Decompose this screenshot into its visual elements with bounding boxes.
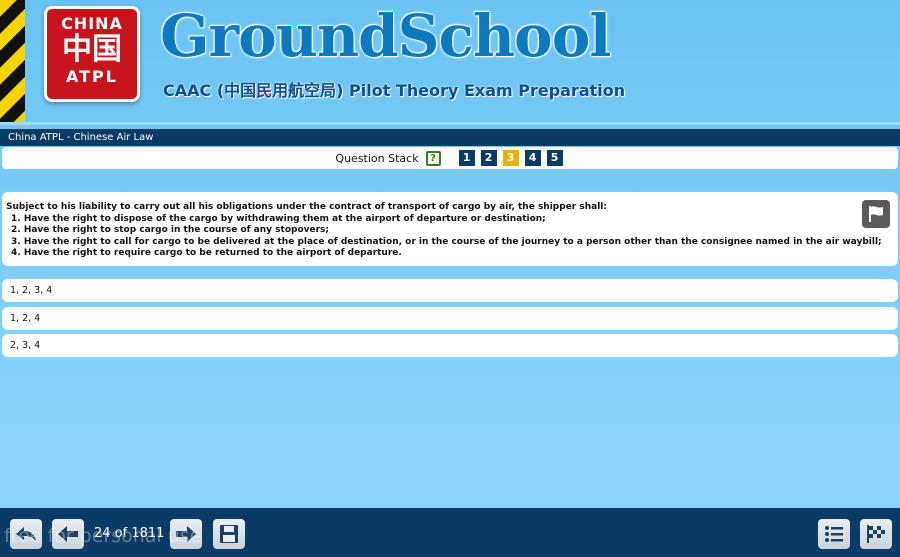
- flag-icon: [869, 206, 883, 222]
- finish-exam-button[interactable]: [860, 519, 892, 549]
- subject-title-bar: China ATPL - Chinese Air Law: [0, 129, 900, 146]
- watermark-text: free for personal use: [4, 525, 202, 547]
- question-item-3: 3. Have the right to call for cargo to b…: [11, 236, 882, 247]
- logo-bottom-text: ATPL: [66, 67, 118, 86]
- checkered-flag-icon: [867, 525, 885, 543]
- question-item-1: 1. Have the right to dispose of the carg…: [11, 213, 546, 224]
- question-stem: Subject to his liability to carry out al…: [6, 202, 607, 212]
- question-item-4: 4. Have the right to require cargo to be…: [11, 248, 402, 258]
- china-atpl-logo: CHINA 中国 ATPL: [44, 6, 140, 102]
- question-stack-label: Question Stack: [335, 151, 419, 165]
- hazard-stripes: [0, 0, 25, 124]
- app-header: CHINA 中国 ATPL GroundSchool CAAC (中国民用航空局…: [0, 0, 900, 125]
- floppy-disk-icon: [220, 525, 238, 543]
- flag-question-button[interactable]: [862, 200, 890, 228]
- stack-button-2[interactable]: 2: [480, 150, 497, 166]
- logo-middle-text: 中国: [62, 32, 122, 67]
- save-button[interactable]: [213, 519, 245, 549]
- stack-button-4[interactable]: 4: [524, 150, 541, 166]
- question-stack: Question Stack ? 1 2 3 4 5: [2, 147, 898, 169]
- stack-button-1[interactable]: 1: [458, 150, 475, 166]
- answer-option-c[interactable]: 2, 3, 4: [2, 334, 898, 357]
- question-box: Subject to his liability to carry out al…: [2, 192, 898, 266]
- answer-option-b[interactable]: 1, 2, 4: [2, 307, 898, 330]
- stack-button-5[interactable]: 5: [546, 150, 563, 166]
- header-divider: [0, 122, 900, 125]
- list-icon: [825, 526, 843, 542]
- question-item-2: 2. Have the right to stop cargo in the c…: [11, 225, 329, 235]
- question-list-button[interactable]: [818, 519, 850, 549]
- help-icon[interactable]: ?: [425, 150, 441, 166]
- app-subtitle: CAAC (中国民用航空局) Pilot Theory Exam Prepara…: [163, 81, 626, 100]
- logo-top-text: CHINA: [61, 14, 123, 33]
- answer-option-a[interactable]: 1, 2, 3, 4: [2, 279, 898, 302]
- app-title: GroundSchool: [160, 2, 611, 70]
- stack-button-3[interactable]: 3: [502, 150, 519, 166]
